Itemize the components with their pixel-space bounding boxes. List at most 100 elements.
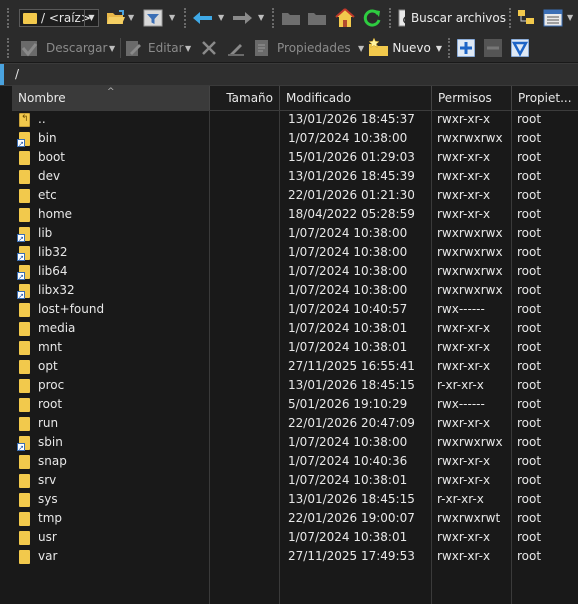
table-row[interactable]: tmp 22/01/2026 19:00:07 rwxrwxrwt root xyxy=(12,509,578,528)
table-row[interactable]: media 1/07/2024 10:38:01 rwxr-xr-x root xyxy=(12,319,578,338)
table-row[interactable]: sys 13/01/2026 18:45:15 r-xr-xr-x root xyxy=(12,490,578,509)
chevron-down-icon[interactable]: ▼ xyxy=(128,13,134,22)
parent-folder-button[interactable] xyxy=(281,9,301,27)
folder-icon xyxy=(19,417,30,431)
path-dropdown[interactable]: / <raíz> ▼ xyxy=(19,9,99,27)
details-view-icon xyxy=(543,9,563,27)
owner-cell: root xyxy=(517,454,542,468)
filter-button[interactable] xyxy=(143,9,163,27)
folder-link-icon xyxy=(17,265,30,281)
open-folder-button[interactable] xyxy=(106,9,126,27)
chevron-down-icon[interactable]: ▼ xyxy=(169,13,175,22)
permissions-cell: rwxr-xr-x xyxy=(437,530,491,544)
table-row[interactable]: sbin 1/07/2024 10:38:00 rwxrwxrwx root xyxy=(12,433,578,452)
column-header-size[interactable]: Tamaño xyxy=(210,86,280,110)
permissions-cell: rwxr-xr-x xyxy=(437,207,491,221)
modified-cell: 1/07/2024 10:38:00 xyxy=(288,245,408,259)
table-row[interactable]: etc 22/01/2026 01:21:30 rwxr-xr-x root xyxy=(12,186,578,205)
table-row[interactable]: mnt 1/07/2024 10:38:01 rwxr-xr-x root xyxy=(12,338,578,357)
column-header-permissions[interactable]: Permisos xyxy=(432,86,512,110)
table-row[interactable]: snap 1/07/2024 10:40:36 rwxr-xr-x root xyxy=(12,452,578,471)
column-header-name[interactable]: Nombre ^ xyxy=(12,86,210,110)
chevron-down-icon[interactable]: ▼ xyxy=(218,13,224,22)
table-row[interactable]: root 5/01/2026 19:10:29 rwx------ root xyxy=(12,395,578,414)
column-header-size-label: Tamaño xyxy=(226,91,273,105)
toolbar-grip[interactable] xyxy=(184,8,189,28)
table-row[interactable]: lib32 1/07/2024 10:38:00 rwxrwxrwx root xyxy=(12,243,578,262)
table-row[interactable]: home 18/04/2022 05:28:59 rwxr-xr-x root xyxy=(12,205,578,224)
owner-cell: root xyxy=(517,150,542,164)
toolbar-grip[interactable] xyxy=(272,8,277,28)
name-cell: home xyxy=(16,205,206,224)
chevron-down-icon[interactable]: ▼ xyxy=(358,44,364,53)
permissions-cell: rwxr-xr-x xyxy=(437,416,491,430)
permissions-cell: rwxr-xr-x xyxy=(437,359,491,373)
invert-selection-button[interactable] xyxy=(510,38,530,58)
permissions-cell: rwxrwxrwx xyxy=(437,245,503,259)
table-row[interactable]: opt 27/11/2025 16:55:41 rwxr-xr-x root xyxy=(12,357,578,376)
chevron-down-icon[interactable]: ▼ xyxy=(258,13,264,22)
home-button[interactable] xyxy=(334,7,356,28)
table-row[interactable]: proc 13/01/2026 18:45:15 r-xr-xr-x root xyxy=(12,376,578,395)
tree-view-button[interactable] xyxy=(516,7,538,29)
chevron-down-icon[interactable]: ▼ xyxy=(185,44,191,53)
delete-button[interactable] xyxy=(199,38,219,58)
permissions-cell: rwx------ xyxy=(437,397,485,411)
table-row[interactable]: run 22/01/2026 20:47:09 rwxr-xr-x root xyxy=(12,414,578,433)
deselect-button[interactable] xyxy=(483,38,503,58)
back-button[interactable] xyxy=(192,9,214,27)
file-name: lib32 xyxy=(38,245,68,259)
column-header-owner[interactable]: Propiet... xyxy=(512,86,578,110)
chevron-down-icon[interactable]: ▼ xyxy=(436,44,442,53)
root-folder-button[interactable] xyxy=(307,9,327,27)
rename-button[interactable] xyxy=(226,38,246,58)
permissions-cell: rwxrwxrwx xyxy=(437,283,503,297)
new-button[interactable]: Nuevo ▼ xyxy=(368,37,442,59)
file-name: lib64 xyxy=(38,264,68,278)
permissions-cell: rwxr-xr-x xyxy=(437,150,491,164)
download-button[interactable]: Descargar xyxy=(18,37,110,59)
folder-icon xyxy=(19,493,30,507)
chevron-down-icon[interactable]: ▼ xyxy=(84,10,98,26)
table-row[interactable]: lib64 1/07/2024 10:38:00 rwxrwxrwx root xyxy=(12,262,578,281)
column-header-modified[interactable]: Modificado xyxy=(280,86,432,110)
filter-icon xyxy=(143,9,163,27)
file-list[interactable]: Nombre ^ Tamaño Modificado Permisos Prop… xyxy=(12,86,578,604)
column-header-name-label: Nombre xyxy=(18,91,66,105)
table-row[interactable]: lost+found 1/07/2024 10:40:57 rwx------ roo… xyxy=(12,300,578,319)
chevron-down-icon[interactable]: ▼ xyxy=(567,13,573,22)
select-all-button[interactable] xyxy=(456,38,476,58)
table-row[interactable]: dev 13/01/2026 18:45:39 rwxr-xr-x root xyxy=(12,167,578,186)
toolbar-grip[interactable] xyxy=(448,38,453,58)
breadcrumb[interactable]: / xyxy=(0,63,578,86)
properties-button[interactable]: Propiedades xyxy=(253,37,357,59)
delete-icon xyxy=(202,41,216,55)
table-row[interactable]: usr 1/07/2024 10:38:01 rwxr-xr-x root xyxy=(12,528,578,547)
edit-button[interactable]: Editar xyxy=(124,37,184,59)
owner-cell: root xyxy=(517,492,542,506)
table-row[interactable]: lib 1/07/2024 10:38:00 rwxrwxrwx root xyxy=(12,224,578,243)
table-row[interactable]: srv 1/07/2024 10:38:01 rwxr-xr-x root xyxy=(12,471,578,490)
view-mode-button[interactable] xyxy=(542,8,564,28)
modified-cell: 1/07/2024 10:38:00 xyxy=(288,435,408,449)
owner-cell: root xyxy=(517,435,542,449)
table-row[interactable]: boot 15/01/2026 01:29:03 rwxr-xr-x root xyxy=(12,148,578,167)
search-files-button[interactable]: Buscar archivos xyxy=(396,7,506,29)
toolbar-grip[interactable] xyxy=(389,8,394,28)
forward-button[interactable] xyxy=(231,9,253,27)
folder-icon xyxy=(19,474,30,488)
folder-icon xyxy=(19,455,30,469)
owner-cell: root xyxy=(517,321,542,335)
owner-cell: root xyxy=(517,264,542,278)
table-row[interactable]: var 27/11/2025 17:49:53 rwxr-xr-x root xyxy=(12,547,578,566)
chevron-down-icon[interactable]: ▼ xyxy=(109,44,115,53)
table-row[interactable]: libx32 1/07/2024 10:38:00 rwxrwxrwx root xyxy=(12,281,578,300)
file-name: dev xyxy=(38,169,61,183)
toolbar-grip[interactable] xyxy=(7,8,12,28)
table-row[interactable]: bin 1/07/2024 10:38:00 rwxrwxrwx root xyxy=(12,129,578,148)
toolbar-grip[interactable] xyxy=(7,38,12,58)
table-row[interactable]: .. 13/01/2026 18:45:37 rwxr-xr-x root xyxy=(12,110,578,129)
refresh-button[interactable] xyxy=(361,7,383,28)
toolbar-grip[interactable] xyxy=(509,8,514,28)
breadcrumb-path[interactable]: / xyxy=(15,67,19,81)
